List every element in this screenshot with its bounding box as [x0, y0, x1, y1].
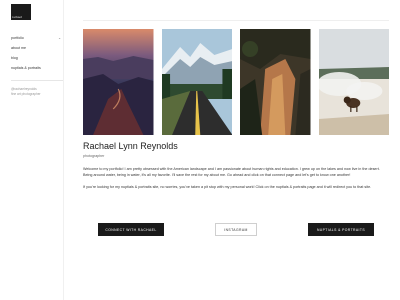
- chevron-down-icon: ⌄: [58, 36, 61, 40]
- instagram-button[interactable]: instagram: [215, 223, 257, 236]
- main-nav: portfolio ⌄ about me blog nuptials & por…: [11, 33, 63, 97]
- nav-item-label: nuptials & portraits: [11, 66, 41, 70]
- logo-text: rachael: [12, 15, 23, 19]
- canyon-landscape-photo[interactable]: [83, 29, 154, 135]
- nuptials-portraits-button[interactable]: nuptials & portraits: [308, 223, 374, 236]
- site-logo[interactable]: rachael: [11, 4, 31, 20]
- page-subtitle: photographer: [83, 154, 105, 158]
- sidebar: rachael portfolio ⌄ about me blog nuptia…: [0, 0, 64, 300]
- nav-item-nuptials-portraits[interactable]: nuptials & portraits: [11, 63, 61, 73]
- forest-cliff-photo[interactable]: [240, 29, 311, 135]
- nav-item-label: blog: [11, 56, 18, 60]
- nav-item-blog[interactable]: blog: [11, 53, 61, 63]
- nav-item-about-me[interactable]: about me: [11, 43, 61, 53]
- sidebar-tagline: fine art photographer: [11, 92, 41, 96]
- bio-paragraph: Welcome to my portfolio! I am pretty obs…: [83, 167, 380, 177]
- nav-item-label: about me: [11, 46, 26, 50]
- mountain-road-photo[interactable]: [161, 29, 232, 135]
- nav-item-portfolio[interactable]: portfolio ⌄: [11, 33, 61, 43]
- connect-button[interactable]: connect with rachael: [98, 223, 164, 236]
- bio-text: Welcome to my portfolio! I am pretty obs…: [83, 166, 387, 190]
- nav-item-label: portfolio: [11, 36, 24, 40]
- nav-divider: [11, 80, 63, 81]
- bison-geyser-photo[interactable]: [318, 29, 389, 135]
- page-title: Rachael Lynn Reynolds: [83, 141, 178, 151]
- header-divider: [83, 20, 389, 21]
- bio-paragraph: If you're looking for my nuptials & port…: [83, 185, 372, 189]
- photo-grid: [83, 29, 389, 135]
